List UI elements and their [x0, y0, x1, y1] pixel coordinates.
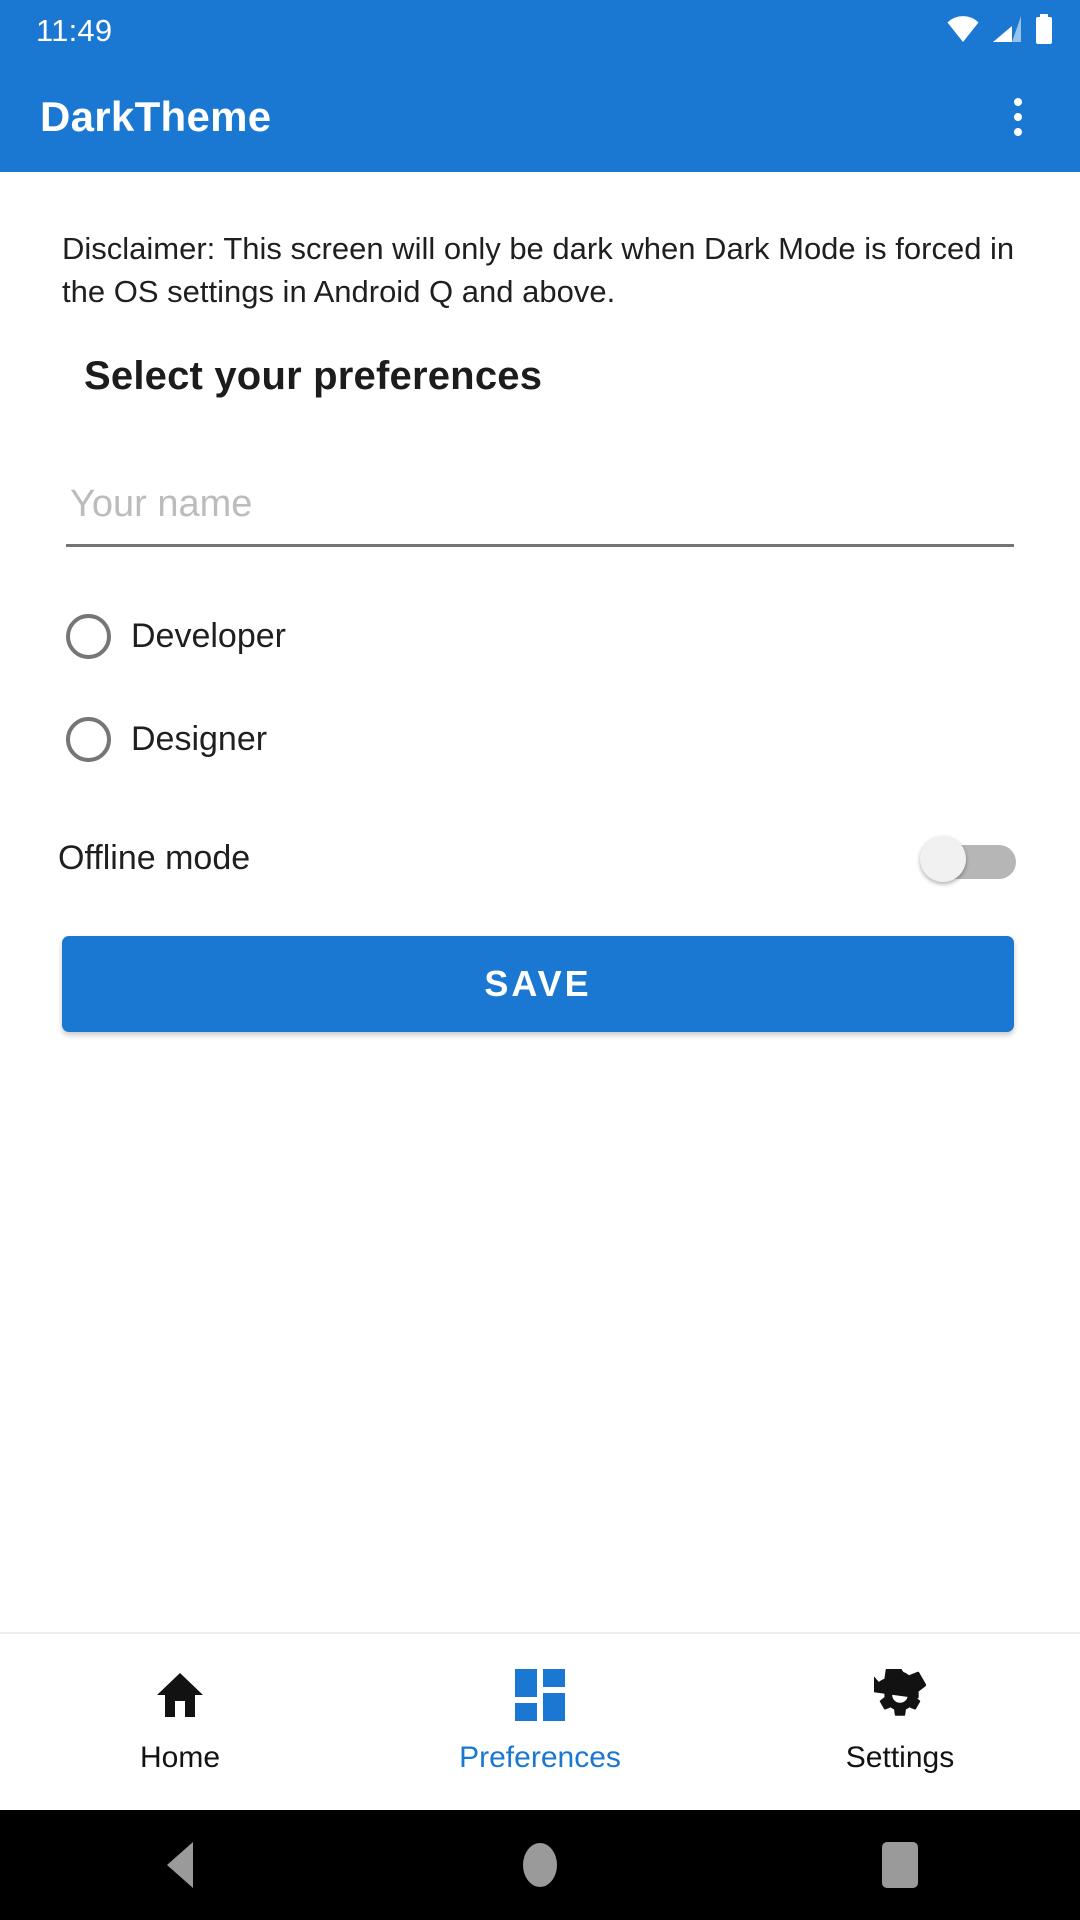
dashboard-tile — [515, 1669, 537, 1697]
offline-mode-label: Offline mode — [58, 838, 251, 877]
nav-label-settings: Settings — [845, 1741, 955, 1774]
android-home-button[interactable] — [360, 1843, 720, 1887]
dashboard-tile — [515, 1703, 537, 1721]
status-bar-clock: 11:49 — [36, 13, 113, 48]
nav-label-home: Home — [139, 1741, 221, 1774]
gear-icon — [874, 1669, 926, 1721]
overflow-menu-icon[interactable] — [988, 81, 1048, 153]
recents-icon — [882, 1842, 918, 1888]
radio-label-developer: Developer — [131, 617, 286, 655]
dashboard-tile — [543, 1693, 565, 1721]
name-field-underline — [66, 544, 1014, 547]
nav-item-settings[interactable]: Settings — [720, 1634, 1080, 1810]
status-bar: 11:49 — [0, 0, 1080, 62]
nav-item-preferences[interactable]: Preferences — [360, 1634, 720, 1810]
status-bar-icons — [946, 13, 1054, 49]
radio-button-icon[interactable] — [66, 614, 111, 659]
overflow-dot — [1014, 128, 1022, 136]
disclaimer-text: Disclaimer: This screen will only be dar… — [62, 231, 1015, 309]
name-input[interactable] — [66, 464, 1014, 544]
offline-mode-toggle[interactable] — [920, 834, 1016, 882]
radio-option-designer[interactable]: Designer — [66, 717, 267, 762]
home-icon — [155, 1669, 205, 1721]
nav-item-home[interactable]: Home — [0, 1634, 360, 1810]
name-field-container — [66, 464, 1014, 547]
app-title: DarkTheme — [40, 93, 272, 140]
dashboard-icon — [515, 1669, 565, 1721]
wifi-icon — [946, 15, 980, 48]
radio-button-icon[interactable] — [66, 717, 111, 762]
overflow-dot — [1014, 113, 1022, 121]
bottom-navigation: Home Preferences Settings — [0, 1632, 1080, 1810]
battery-icon — [1034, 13, 1054, 49]
android-navigation-bar — [0, 1810, 1080, 1920]
app-bar: DarkTheme — [0, 62, 1080, 172]
save-button[interactable]: SAVE — [62, 936, 1014, 1032]
page-title: Select your preferences — [84, 354, 543, 398]
app-screen: 11:49 DarkTheme Disclaimer: This screen … — [0, 0, 1080, 1920]
home-circle-icon — [523, 1843, 557, 1887]
android-back-button[interactable] — [0, 1842, 360, 1888]
dashboard-icon-grid — [515, 1669, 565, 1721]
back-icon — [167, 1842, 193, 1888]
radio-label-designer: Designer — [131, 720, 268, 758]
dashboard-tile — [543, 1669, 565, 1687]
overflow-dot — [1014, 98, 1022, 106]
content-area: Disclaimer: This screen will only be dar… — [0, 172, 1080, 1632]
radio-option-developer[interactable]: Developer — [66, 614, 286, 659]
android-recents-button[interactable] — [720, 1842, 1080, 1888]
offline-mode-row: Offline mode — [58, 822, 1016, 894]
cellular-signal-icon — [991, 15, 1023, 48]
nav-label-preferences: Preferences — [459, 1741, 621, 1774]
toggle-thumb — [920, 836, 966, 882]
